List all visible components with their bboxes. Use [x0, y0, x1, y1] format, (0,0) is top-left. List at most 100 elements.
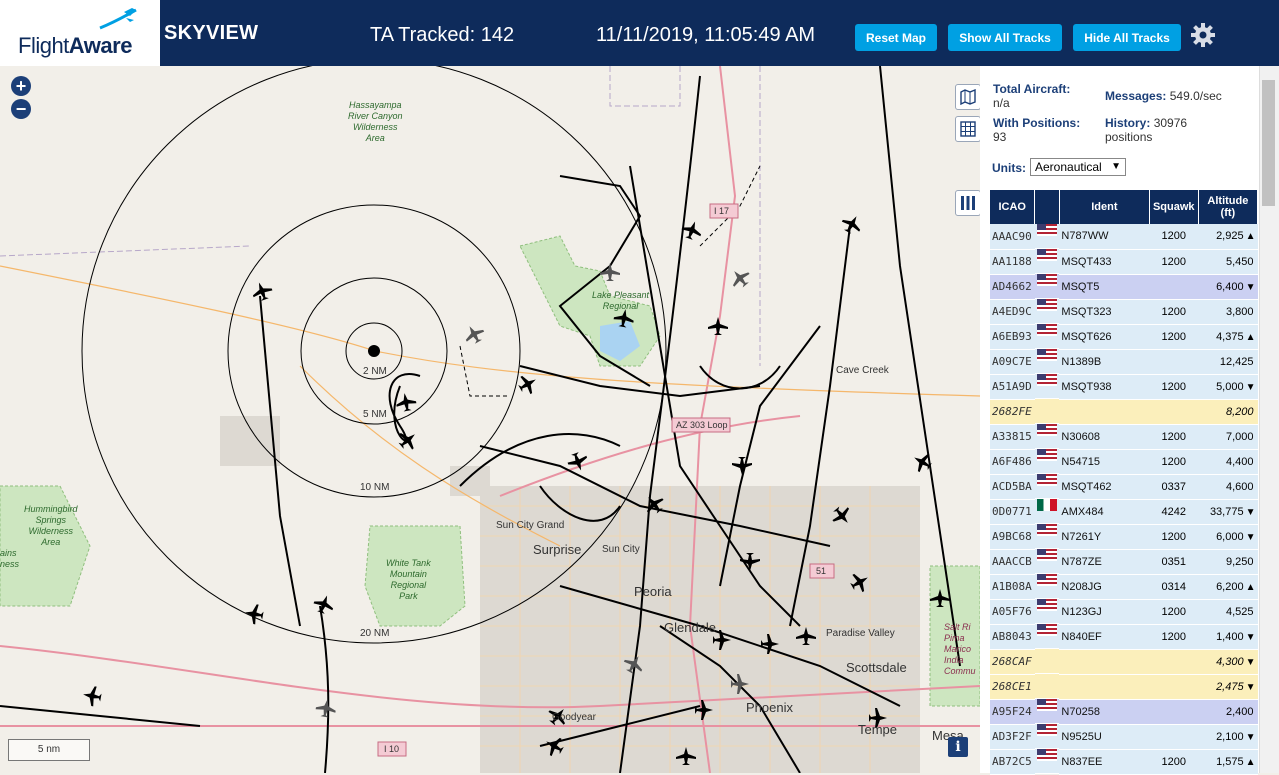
flag-cell [1034, 349, 1059, 374]
altitude-value: 2,475 [1216, 680, 1244, 693]
map-canvas[interactable]: + − 2 NM 5 NM 10 NM 20 NM Sun City Grand… [0, 66, 980, 773]
flag-cell [1034, 549, 1059, 574]
gear-icon[interactable] [1190, 22, 1216, 48]
table-row[interactable]: 2682FE 8,200 [990, 399, 1258, 425]
airplane-logo-icon [99, 8, 137, 30]
column-header-squawk[interactable]: Squawk [1149, 190, 1199, 224]
squawk-cell [1149, 399, 1199, 425]
park-label: ains ness [0, 548, 20, 569]
icao-cell: 0D0771 [990, 499, 1035, 525]
altitude-cell: 1,400 ▼ [1198, 624, 1258, 650]
table-row[interactable]: A33815 N30608 1200 7,000 [990, 424, 1258, 450]
flightaware-logo[interactable]: FlightAware [0, 0, 160, 66]
show-all-tracks-button[interactable]: Show All Tracks [948, 24, 1062, 51]
table-row[interactable]: AB8043 N840EF 1200 1,400 ▼ [990, 624, 1258, 650]
us-flag-icon [1036, 449, 1057, 462]
icao-cell: 2682FE [990, 399, 1035, 425]
us-flag-icon [1036, 299, 1057, 312]
place-label: Phoenix [746, 700, 793, 715]
zoom-in-button[interactable]: + [11, 76, 31, 96]
ident-cell: N837EE [1059, 749, 1150, 775]
columns-toggle-button[interactable] [955, 190, 980, 216]
altitude-trend-icon: ▼ [1245, 681, 1256, 693]
zoom-out-button[interactable]: − [11, 99, 31, 119]
squawk-cell [1149, 724, 1199, 750]
ident-cell: N208JG [1059, 574, 1150, 600]
datetime: 11/11/2019, 11:05:49 AM [596, 24, 816, 46]
icao-cell: AAAC90 [990, 224, 1035, 250]
altitude-trend-icon: ▼ [1245, 281, 1256, 293]
ident-cell: N54715 [1059, 449, 1150, 475]
us-flag-icon [1036, 349, 1057, 362]
grid-toggle-button[interactable] [955, 116, 980, 142]
aircraft-table: ICAO Ident Squawk Altitude (ft) AAAC90 N7… [990, 190, 1259, 775]
table-row[interactable]: A05F76 N123GJ 1200 4,525 [990, 599, 1258, 625]
icao-cell: AB72C5 [990, 749, 1035, 775]
altitude-cell: 5,450 [1198, 249, 1258, 275]
units-select[interactable]: Aeronautical ▼ [1030, 158, 1126, 176]
table-row[interactable]: AB72C5 N837EE 1200 1,575 ▲ [990, 749, 1258, 775]
altitude-cell: 4,400 [1198, 449, 1258, 475]
scrollbar-thumb[interactable] [1262, 80, 1275, 206]
map-layers-button[interactable] [955, 84, 980, 110]
table-row[interactable]: ACD5BA MSQT462 0337 4,600 [990, 474, 1258, 500]
altitude-trend-icon: ▲ [1245, 581, 1256, 593]
squawk-cell [1149, 649, 1199, 675]
altitude-value: 6,200 [1216, 580, 1244, 593]
column-header-icao[interactable]: ICAO [990, 190, 1036, 224]
ident-cell [1059, 649, 1150, 675]
park-label: Salt Ri Pima Marico India Commu [944, 622, 976, 676]
top-bar: FlightAware SKYVIEW TA Tracked: 142 11/1… [0, 0, 1279, 66]
reset-map-button[interactable]: Reset Map [855, 24, 937, 51]
table-row[interactable]: 268CAF 4,300 ▼ [990, 649, 1258, 675]
table-row[interactable]: AAAC90 N787WW 1200 2,925 ▲ [990, 224, 1258, 250]
flag-cell [1034, 624, 1059, 649]
hide-all-tracks-button[interactable]: Hide All Tracks [1073, 24, 1181, 51]
us-flag-icon [1036, 724, 1057, 737]
column-header-ident[interactable]: Ident [1059, 190, 1150, 224]
table-row[interactable]: A6F486 N54715 1200 4,400 [990, 449, 1258, 475]
messages-rate: Messages: 549.0/sec [1105, 89, 1222, 103]
ident-cell: N9525U [1059, 724, 1150, 750]
us-flag-icon [1036, 474, 1057, 487]
table-row[interactable]: AD3F2F N9525U 2,100 ▼ [990, 724, 1258, 750]
table-row[interactable]: 268CE1 2,475 ▼ [990, 674, 1258, 700]
map-base-layer [0, 66, 980, 773]
table-row[interactable]: A95F24 N70258 2,400 [990, 699, 1258, 725]
altitude-cell: 2,400 [1198, 699, 1258, 725]
table-row[interactable]: A9BC68 N7261Y 1200 6,000 ▼ [990, 524, 1258, 550]
info-icon[interactable]: i [948, 737, 968, 757]
column-header-altitude[interactable]: Altitude (ft) [1198, 190, 1259, 224]
place-label: Scottsdale [846, 660, 907, 675]
us-flag-icon [1036, 749, 1057, 762]
icao-cell: 268CAF [990, 649, 1035, 675]
table-row[interactable]: A09C7E N1389B 12,425 [990, 349, 1258, 375]
icao-cell: A09C7E [990, 349, 1035, 375]
table-row[interactable]: A1B08A N208JG 0314 6,200 ▲ [990, 574, 1258, 600]
flag-cell [1034, 224, 1059, 249]
table-row[interactable]: AD4662 MSQT5 6,400 ▼ [990, 274, 1258, 300]
park-label: Hummingbird Springs Wilderness Area [24, 504, 78, 547]
column-header-flag[interactable] [1034, 190, 1060, 224]
table-row[interactable]: 0D0771 AMX484 4242 33,775 ▼ [990, 499, 1258, 525]
altitude-trend-icon: ▼ [1245, 506, 1256, 518]
table-row[interactable]: A4ED9C MSQT323 1200 3,800 [990, 299, 1258, 325]
table-row[interactable]: AA1188 MSQT433 1200 5,450 [990, 249, 1258, 275]
ident-cell: N30608 [1059, 424, 1150, 450]
squawk-cell: 1200 [1149, 374, 1199, 400]
map-icon [960, 89, 976, 105]
altitude-value: 5,000 [1216, 380, 1244, 393]
us-flag-icon [1036, 424, 1057, 437]
icao-cell: AAACCB [990, 549, 1035, 575]
flag-cell [1034, 674, 1059, 699]
squawk-cell: 1200 [1149, 249, 1199, 275]
squawk-cell: 4242 [1149, 499, 1199, 525]
table-row[interactable]: AAACCB N787ZE 0351 9,250 [990, 549, 1258, 575]
table-row[interactable]: A6EB93 MSQT626 1200 4,375 ▲ [990, 324, 1258, 350]
icao-cell: A05F76 [990, 599, 1035, 625]
icao-cell: AA1188 [990, 249, 1035, 275]
flag-cell [1034, 374, 1059, 399]
range-label-5nm: 5 NM [363, 409, 387, 420]
altitude-cell: 3,800 [1198, 299, 1258, 325]
table-row[interactable]: A51A9D MSQT938 1200 5,000 ▼ [990, 374, 1258, 400]
